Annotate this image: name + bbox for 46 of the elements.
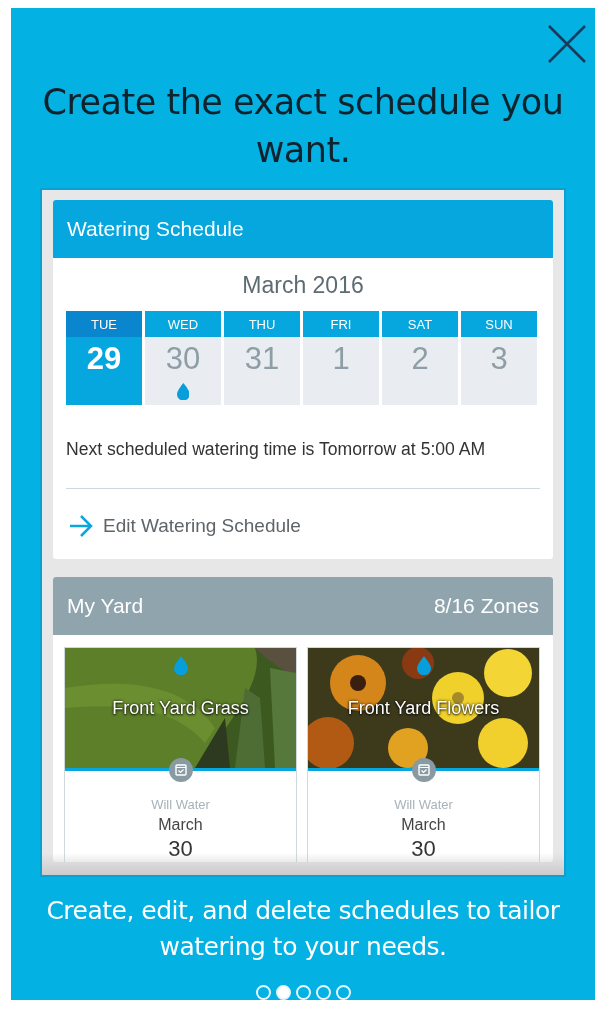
day-number: 31 (244, 341, 280, 377)
zones-count: 8/16 Zones (433, 594, 539, 618)
arrow-icon (69, 515, 93, 537)
weekday-header[interactable]: SAT (382, 311, 458, 337)
page-dot[interactable] (295, 985, 311, 1000)
day-cell[interactable]: 30 (145, 337, 221, 405)
close-icon[interactable] (547, 24, 587, 64)
calendar-icon (168, 758, 193, 782)
calendar-icon (411, 758, 436, 782)
day-cell[interactable]: 2 (382, 337, 458, 405)
edit-schedule-link[interactable]: Edit Watering Schedule (53, 489, 553, 559)
heading: Create the exact schedule you want. (41, 81, 565, 172)
water-drop-icon (176, 383, 190, 400)
day-number: 2 (411, 341, 429, 377)
card-title: My Yard (67, 594, 144, 618)
water-date: 30 (411, 836, 436, 862)
water-drop-icon (173, 656, 188, 675)
day-cell[interactable]: 29 (66, 337, 142, 405)
day-number: 1 (332, 341, 350, 377)
weekday-header[interactable]: FRI (303, 311, 379, 337)
water-date: 30 (168, 836, 193, 862)
day-cell[interactable]: 31 (224, 337, 300, 405)
weekday-header[interactable]: TUE (66, 311, 142, 337)
will-water-label: Will Water (151, 797, 210, 812)
day-number: 29 (86, 341, 122, 377)
day-number: 30 (165, 341, 201, 377)
day-cell[interactable]: 1 (303, 337, 379, 405)
next-watering-text: Next scheduled watering time is Tomorrow at 5:00 AM (65, 438, 487, 461)
page-dot[interactable] (335, 985, 351, 1000)
caption: Create, edit, and delete schedules to tailor watering to your needs. (45, 895, 561, 963)
water-month: March (158, 816, 203, 834)
weekday-header[interactable]: SUN (461, 311, 537, 337)
month-label: March 2016 (241, 271, 365, 300)
weekday-header[interactable]: THU (224, 311, 300, 337)
zone-card[interactable]: Front Yard Grass Will Water March 30 (64, 647, 297, 862)
day-cell[interactable]: 3 (461, 337, 537, 405)
page-dot[interactable] (255, 985, 271, 1000)
weekday-header[interactable]: WED (145, 311, 221, 337)
zone-name: Front Yard Grass (111, 698, 250, 719)
day-number: 3 (490, 341, 508, 377)
water-month: March (401, 816, 446, 834)
card-title: Watering Schedule (67, 217, 244, 241)
water-drop-icon (416, 656, 431, 675)
page-dot[interactable] (275, 985, 291, 1000)
page-dot[interactable] (315, 985, 331, 1000)
will-water-label: Will Water (394, 797, 453, 812)
